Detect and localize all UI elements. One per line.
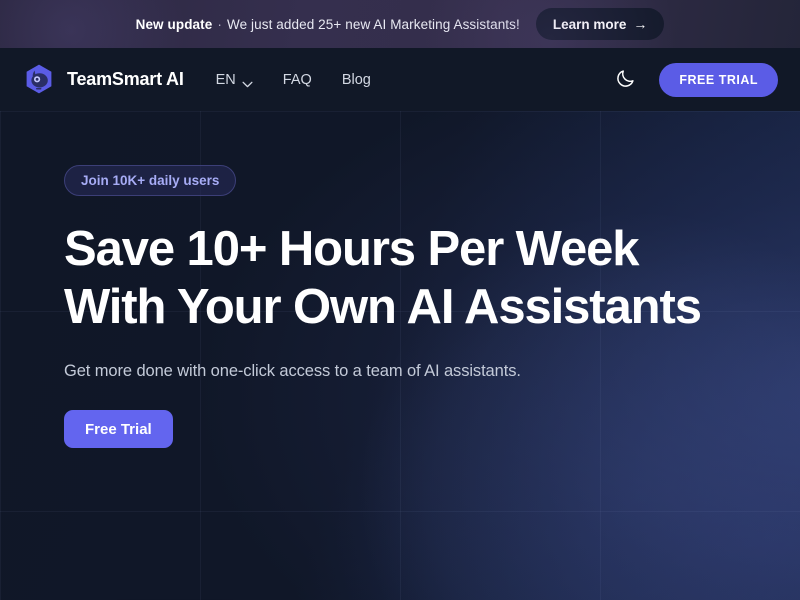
- page-title: Save 10+ Hours Per Week With Your Own AI…: [64, 225, 800, 332]
- users-badge[interactable]: Join 10K+ daily users: [64, 165, 237, 196]
- teamsmart-bot-logo-icon: [22, 63, 56, 97]
- landing-page: New update · We just added 25+ new AI Mark…: [0, 0, 800, 600]
- arrow-right-icon: →: [633, 16, 648, 32]
- learn-more-label: Learn more: [552, 16, 627, 32]
- free-trial-nav-button[interactable]: FREE TRIAL: [659, 62, 778, 97]
- hero-section: Join 10K+ daily users Save 10+ Hours Per…: [0, 111, 800, 600]
- announcement-strong: New update: [135, 16, 213, 32]
- nav-item-blog[interactable]: Blog: [342, 72, 371, 88]
- headline-line-1: Save 10+ Hours Per Week: [64, 222, 640, 276]
- free-trial-hero-button[interactable]: Free Trial: [64, 410, 173, 448]
- hero-content: Join 10K+ daily users Save 10+ Hours Per…: [0, 111, 800, 448]
- brand-name: TeamSmart AI: [67, 69, 184, 89]
- headline-line-2: With Your Own AI Assistants: [64, 280, 702, 334]
- brand-logo-link[interactable]: TeamSmart AI: [22, 63, 184, 97]
- announcement-banner: New update · We just added 25+ new AI Mark…: [0, 0, 800, 48]
- navigation-bar: TeamSmart AI EN FAQ Blog FREE TRIAL: [0, 48, 800, 111]
- nav-item-faq[interactable]: FAQ: [283, 72, 312, 88]
- nav-actions: FREE TRIAL: [613, 62, 778, 97]
- moon-icon: [615, 68, 636, 92]
- nav-item-language[interactable]: EN: [216, 72, 253, 88]
- learn-more-button[interactable]: Learn more →: [535, 8, 665, 40]
- hero-subheadline: Get more done with one-click access to a…: [64, 362, 521, 380]
- nav-item-language-label: EN: [215, 71, 236, 88]
- announcement-separator: ·: [217, 16, 222, 32]
- chevron-down-icon: [242, 76, 253, 88]
- theme-toggle-button[interactable]: [613, 68, 637, 92]
- announcement-message: We just added 25+ new AI Marketing Assis…: [226, 16, 520, 32]
- announcement-text: New update · We just added 25+ new AI Mark…: [136, 17, 520, 32]
- nav-links: EN FAQ Blog: [216, 72, 371, 88]
